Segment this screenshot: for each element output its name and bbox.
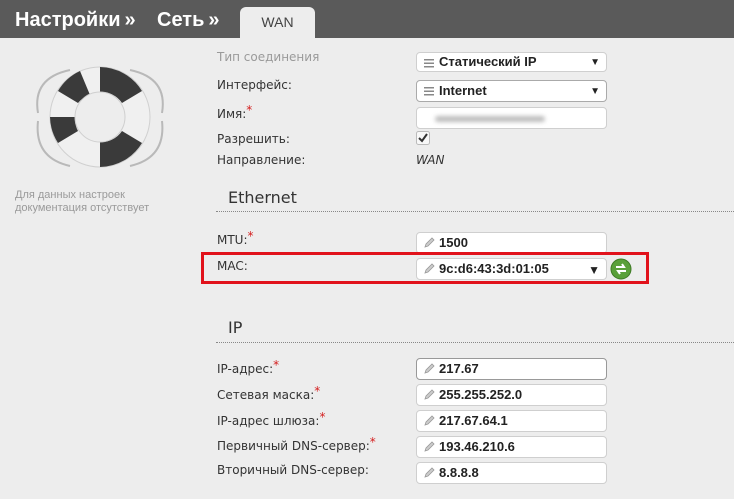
breadcrumb-settings[interactable]: Настройки»: [15, 9, 136, 32]
ip-address-label: IP-адрес:*: [217, 358, 279, 376]
ip-address-input[interactable]: 217.67: [416, 358, 607, 380]
secondary-dns-label: Вторичный DNS-сервер:: [217, 463, 369, 477]
mtu-value: 1500: [439, 235, 468, 250]
interface-label: Интерфейс:: [217, 78, 292, 92]
primary-dns-value: 193.46.210.6: [439, 439, 515, 454]
mtu-label: MTU:*: [217, 229, 254, 247]
breadcrumb-settings-label[interactable]: Настройки: [15, 9, 121, 31]
connection-type-label: Тип соединения: [217, 50, 320, 64]
pencil-icon: [424, 441, 435, 452]
gateway-input[interactable]: 217.67.64.1: [416, 410, 607, 432]
tab-wan[interactable]: WAN: [240, 7, 315, 39]
secondary-dns-value: 8.8.8.8: [439, 465, 479, 480]
list-icon: [424, 59, 434, 68]
breadcrumb-network-label[interactable]: Сеть: [157, 9, 204, 31]
interface-select[interactable]: Internet ▼: [416, 80, 607, 102]
gateway-label: IP-адрес шлюза:*: [217, 410, 325, 428]
netmask-label-text: Сетевая маска:: [217, 388, 315, 402]
gateway-value: 217.67.64.1: [439, 413, 508, 428]
pencil-icon: [424, 363, 435, 374]
pencil-icon: [424, 467, 435, 478]
required-mark: *: [273, 358, 280, 372]
direction-value: WAN: [416, 153, 445, 167]
caret-down-icon: ▼: [590, 57, 600, 68]
enable-label: Разрешить:: [217, 132, 290, 146]
section-divider: [216, 342, 734, 343]
netmask-value: 255.255.252.0: [439, 387, 523, 402]
mtu-input[interactable]: 1500: [416, 232, 607, 254]
mac-highlight-frame: [201, 252, 649, 284]
name-label: Имя:*: [217, 103, 252, 121]
breadcrumb-separator: »: [124, 9, 136, 31]
required-mark: *: [247, 229, 254, 243]
netmask-input[interactable]: 255.255.252.0: [416, 384, 607, 406]
ethernet-section-title: Ethernet: [228, 188, 297, 207]
pencil-icon: [424, 237, 435, 248]
primary-dns-label: Первичный DNS-сервер:*: [217, 435, 376, 453]
ip-section-title: IP: [228, 318, 243, 337]
mtu-label-text: MTU:: [217, 233, 248, 247]
section-divider: [216, 211, 734, 212]
name-label-text: Имя:: [217, 107, 247, 121]
blurred-name: [435, 116, 545, 122]
no-docs-text: Для данных настроек документация отсутст…: [15, 189, 150, 214]
breadcrumb-network[interactable]: Сеть»: [157, 9, 220, 32]
name-input[interactable]: [416, 107, 607, 129]
interface-value: Internet: [439, 83, 487, 98]
required-mark: *: [246, 103, 253, 117]
primary-dns-input[interactable]: 193.46.210.6: [416, 436, 607, 458]
caret-down-icon: ▼: [590, 86, 600, 97]
gateway-label-text: IP-адрес шлюза:: [217, 414, 320, 428]
pencil-icon: [424, 389, 435, 400]
ip-address-label-text: IP-адрес:: [217, 362, 274, 376]
ip-address-value: 217.67: [439, 361, 479, 376]
required-mark: *: [369, 435, 376, 449]
secondary-dns-input[interactable]: 8.8.8.8: [416, 462, 607, 484]
required-mark: *: [314, 384, 321, 398]
breadcrumb-separator: »: [208, 9, 220, 31]
direction-label: Направление:: [217, 153, 306, 167]
connection-type-value: Статический IP: [439, 54, 537, 69]
lifebuoy-icon: [36, 66, 164, 168]
required-mark: *: [319, 410, 326, 424]
connection-type-select[interactable]: Статический IP ▼: [416, 52, 607, 72]
pencil-icon: [424, 415, 435, 426]
top-bar: Настройки» Сеть» WAN: [0, 0, 734, 39]
list-icon: [424, 87, 434, 96]
primary-dns-label-text: Первичный DNS-сервер:: [217, 439, 370, 453]
enable-checkbox[interactable]: [416, 131, 430, 145]
netmask-label: Сетевая маска:*: [217, 384, 320, 402]
